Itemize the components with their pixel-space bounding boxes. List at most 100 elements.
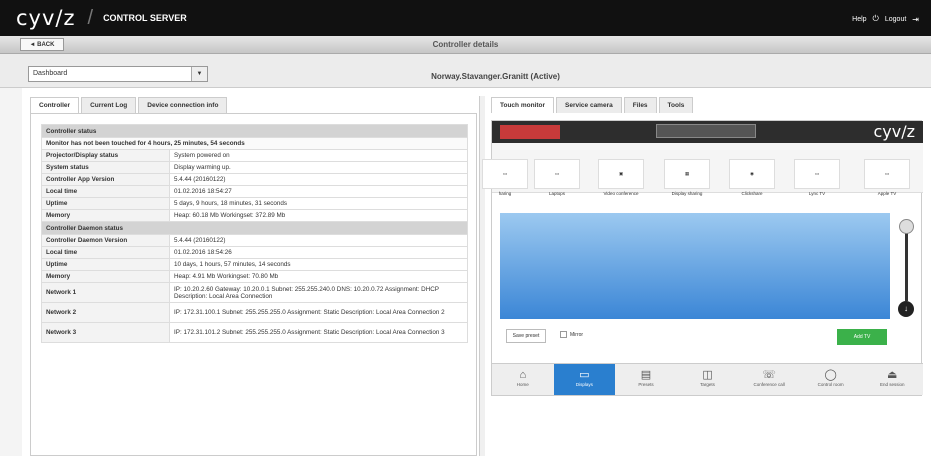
status-table: Controller status Monitor has not been to…: [41, 124, 468, 343]
table-row: Memory Heap: 60.18 Mb Workingset: 372.89 …: [41, 209, 468, 222]
row-value: 01.02.2016 18:54:26: [169, 246, 468, 259]
row-key: Memory: [41, 209, 170, 222]
row-key: Controller Daemon Version: [41, 234, 170, 247]
nav-item-end-session[interactable]: ⏏ End session: [861, 364, 923, 395]
screen-bottom-nav: ⌂ Home ▭ Displays ▤ Presets ◫ Targets ☏ Conferenc…: [492, 363, 923, 395]
row-value: IP: 172.31.100.1 Subnet: 255.255.255.0 A…: [169, 302, 468, 323]
tab-tools[interactable]: Tools: [658, 97, 694, 113]
app-title: CONTROL SERVER: [103, 13, 187, 23]
row-value: Display warming up.: [169, 161, 468, 174]
tab-service-camera[interactable]: Service camera: [556, 97, 622, 113]
source-video-conference[interactable]: ▣ Video conference: [596, 159, 646, 205]
table-section-header: Controller Daemon status: [41, 221, 468, 235]
power-icon: ⏻: [872, 14, 879, 23]
save-preset-button[interactable]: Save preset: [506, 329, 546, 343]
tv-icon: ▭: [794, 159, 840, 189]
logout-link[interactable]: Logout: [885, 16, 906, 23]
row-key: Network 3: [41, 322, 170, 343]
source-display-sharing[interactable]: ▦ Display sharing: [662, 159, 712, 205]
status-note: Monitor has not been touched for 4 hours…: [41, 137, 468, 150]
top-bar: cyv/z / CONTROL SERVER Help ⏻ Logout ⇥: [0, 0, 931, 36]
section-title: Controller Daemon status: [41, 221, 468, 235]
mirror-toggle[interactable]: Mirror: [560, 331, 583, 338]
nav-item-conference-call[interactable]: ☏ Conference call: [738, 364, 800, 395]
table-row: Monitor has not been touched for 4 hours…: [41, 137, 468, 150]
tab-files[interactable]: Files: [623, 97, 657, 113]
panel-divider[interactable]: [479, 96, 485, 456]
control-room-icon: ◯: [824, 369, 837, 381]
table-row: Uptime 5 days, 9 hours, 18 minutes, 31 se…: [41, 197, 468, 210]
row-key: Projector/Display status: [41, 149, 170, 162]
folder-icon: ▭: [482, 159, 528, 189]
tab-controller[interactable]: Controller: [30, 97, 80, 113]
row-key: Local time: [41, 185, 170, 198]
row-key: Uptime: [41, 197, 170, 210]
row-key: Uptime: [41, 258, 170, 271]
row-value: 5.4.44 (20160122): [169, 234, 468, 247]
home-icon: ⌂: [519, 369, 527, 381]
display-sharing-icon: ▦: [664, 159, 710, 189]
nav-item-control-room[interactable]: ◯ Control room: [800, 364, 862, 395]
top-links: Help ⏻ Logout ⇥: [852, 14, 919, 24]
controller-tab-content: Controller status Monitor has not been to…: [30, 113, 477, 456]
nav-item-targets[interactable]: ◫ Targets: [677, 364, 739, 395]
row-key: System status: [41, 161, 170, 174]
mirror-label: Mirror: [570, 331, 584, 338]
page-title: Controller details: [432, 40, 499, 49]
nav-item-home[interactable]: ⌂ Home: [492, 364, 554, 395]
right-tabs: Touch monitor Service camera Files Tools: [491, 96, 931, 113]
left-tabs: Controller Current Log Device connection…: [30, 96, 477, 113]
row-value: Heap: 60.18 Mb Workingset: 372.89 Mb: [169, 209, 468, 222]
nav-item-displays[interactable]: ▭ Displays: [553, 364, 616, 395]
table-row: Local time 01.02.2016 18:54:26: [41, 246, 468, 259]
touch-monitor-screen[interactable]: cyv/z ▭ haring ▭ Laptops ▣ Video conference…: [482, 120, 923, 396]
controller-name: Norway.Stavanger.Granitt (Active): [431, 72, 560, 81]
logout-icon[interactable]: ⇥: [912, 15, 919, 24]
nav-item-presets[interactable]: ▤ Presets: [615, 364, 677, 395]
table-row: Uptime 10 days, 1 hours, 57 minutes, 14 s…: [41, 258, 468, 271]
nav-label: Displays: [575, 382, 593, 387]
table-row: Memory Heap: 4.91 Mb Workingset: 70.80 Mb: [41, 270, 468, 283]
help-link[interactable]: Help: [852, 16, 866, 23]
end-session-icon: ⏏: [887, 369, 898, 381]
row-value: System powered on: [169, 149, 468, 162]
row-value: IP: 172.31.101.2 Subnet: 255.255.255.0 A…: [169, 322, 468, 343]
row-value: 5.4.44 (20160122): [169, 173, 468, 186]
table-row: Network 3 IP: 172.31.101.2 Subnet: 255.25…: [41, 322, 468, 343]
table-row: Network 2 IP: 172.31.100.1 Subnet: 255.25…: [41, 302, 468, 323]
source-strip: ▭ haring ▭ Laptops ▣ Video conference ▦ Disp…: [482, 143, 923, 196]
row-key: Network 1: [41, 282, 170, 303]
tab-current-log[interactable]: Current Log: [81, 97, 137, 113]
mirror-checkbox[interactable]: [560, 331, 567, 338]
screen-brand-logo: cyv/z: [873, 122, 915, 141]
controller-panel: Controller Current Log Device connection…: [30, 96, 477, 456]
laptop-icon: ▭: [534, 159, 580, 189]
row-value: 10 days, 1 hours, 57 minutes, 14 seconds: [169, 258, 468, 271]
nav-label: Presets: [638, 382, 654, 387]
source-sharing[interactable]: ▭ haring: [480, 159, 530, 205]
row-value: 5 days, 9 hours, 18 minutes, 31 seconds: [169, 197, 468, 210]
brand-logo: cyv/z: [16, 6, 76, 30]
clickshare-icon: ◉: [729, 159, 775, 189]
source-apple-tv[interactable]: ▭ Apple TV: [862, 159, 912, 205]
nav-label: End session: [880, 382, 905, 387]
tab-device-connection-info[interactable]: Device connection info: [138, 97, 228, 113]
volume-slider-knob[interactable]: [899, 219, 914, 234]
screen-header: cyv/z: [492, 121, 923, 143]
presets-icon: ▤: [640, 369, 652, 381]
source-laptops[interactable]: ▭ Laptops: [532, 159, 582, 205]
conference-call-icon: ☏: [762, 369, 776, 381]
tab-touch-monitor[interactable]: Touch monitor: [491, 97, 555, 113]
display-canvas[interactable]: [500, 213, 890, 319]
add-tv-button[interactable]: Add TV: [837, 329, 887, 345]
nav-label: Home: [516, 382, 529, 387]
source-lync-tv[interactable]: ▭ Lync TV: [792, 159, 842, 205]
alert-button[interactable]: [500, 125, 560, 139]
table-row: Network 1 IP: 10.20.2.60 Gateway: 10.20.0…: [41, 282, 468, 303]
source-clickshare[interactable]: ◉ Clickshare: [727, 159, 777, 205]
arrow-down-icon[interactable]: ↓: [898, 301, 914, 317]
table-row: Local time 01.02.2016 18:54:27: [41, 185, 468, 198]
row-key: Local time: [41, 246, 170, 259]
touch-monitor-panel: Touch monitor Service camera Files Tools…: [482, 96, 931, 456]
row-key: Controller App Version: [41, 173, 170, 186]
